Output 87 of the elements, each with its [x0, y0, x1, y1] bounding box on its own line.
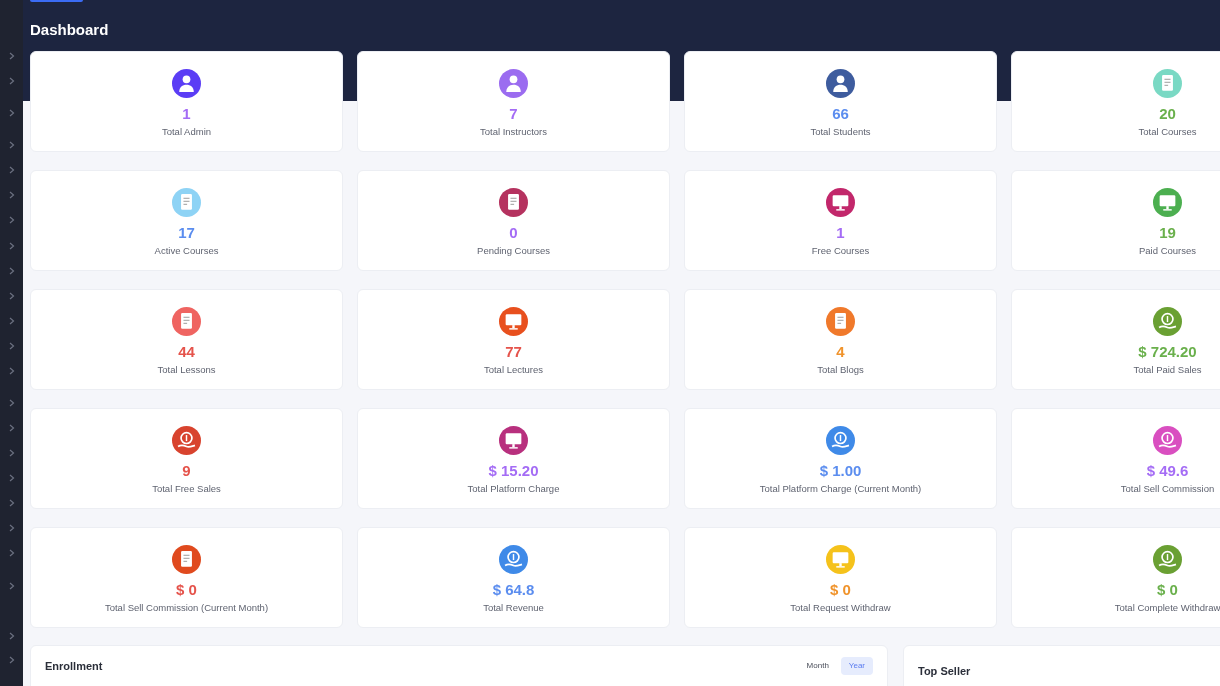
stat-label: Total Free Sales	[152, 482, 221, 496]
monitor-icon	[1153, 188, 1182, 217]
person-icon	[499, 69, 528, 98]
card-title: Enrollment	[45, 659, 103, 674]
document-icon	[172, 188, 201, 217]
stat-value: 17	[178, 224, 195, 242]
stat-label: Pending Courses	[477, 244, 550, 258]
stat-label: Total Lectures	[483, 363, 544, 377]
chevron-right-icon[interactable]	[8, 582, 15, 590]
monitor-icon	[826, 545, 855, 574]
chevron-right-icon[interactable]	[8, 524, 15, 532]
stat-value: $ 49.6	[1146, 462, 1189, 480]
coin-icon	[1153, 426, 1182, 455]
chevron-right-icon[interactable]	[8, 449, 15, 457]
chevron-right-icon[interactable]	[8, 77, 15, 85]
stat-value: $ 64.8	[492, 581, 535, 599]
coin-icon	[826, 426, 855, 455]
stat-label: Active Courses	[154, 244, 219, 258]
stat-label: Total Complete Withdraw	[1114, 601, 1220, 615]
chevron-right-icon[interactable]	[8, 474, 15, 482]
chevron-right-icon[interactable]	[8, 424, 15, 432]
stat-value: $ 0	[1157, 581, 1178, 599]
stat-value: $ 724.20	[1138, 343, 1197, 361]
stat-value: 0	[509, 224, 518, 242]
document-icon	[499, 188, 528, 217]
stat-value: 19	[1159, 224, 1176, 242]
stat-value: 1	[836, 224, 845, 242]
page-title: Dashboard	[30, 21, 109, 39]
chevron-right-icon[interactable]	[8, 367, 15, 375]
stat-value: 1	[182, 105, 191, 123]
stat-label: Total Sell Commission (Current Month)	[104, 601, 269, 615]
person-icon	[172, 69, 201, 98]
card-title: Top Seller	[918, 665, 971, 677]
chevron-right-icon[interactable]	[8, 109, 15, 117]
stat-label: Total Revenue	[483, 601, 544, 615]
stat-label: Total Instructors	[479, 125, 548, 139]
stat-label: Total Sell Commission	[1120, 482, 1215, 496]
chevron-right-icon[interactable]	[8, 166, 15, 174]
stat-label: Total Students	[810, 125, 871, 139]
stat-value: 20	[1159, 105, 1176, 123]
stat-label: Total Platform Charge	[467, 482, 560, 496]
stat-label: Free Courses	[811, 244, 870, 258]
stat-value: 44	[178, 343, 195, 361]
stat-value: $ 0	[176, 581, 197, 599]
stat-label: Total Admin	[161, 125, 212, 139]
monitor-icon	[499, 307, 528, 336]
chevron-right-icon[interactable]	[8, 656, 15, 664]
monitor-icon	[826, 188, 855, 217]
stat-value: 66	[832, 105, 849, 123]
person-icon	[826, 69, 855, 98]
stat-label: Total Paid Sales	[1133, 363, 1202, 377]
coin-icon	[172, 426, 201, 455]
stat-value: 9	[182, 462, 191, 480]
chevron-right-icon[interactable]	[8, 549, 15, 557]
stat-value: 4	[836, 343, 845, 361]
stat-label: Total Courses	[1138, 125, 1197, 139]
document-icon	[826, 307, 855, 336]
chevron-right-icon[interactable]	[8, 52, 15, 60]
document-icon	[172, 545, 201, 574]
stat-value: 7	[509, 105, 518, 123]
document-icon	[172, 307, 201, 336]
coin-icon	[1153, 545, 1182, 574]
monitor-icon	[499, 426, 528, 455]
stat-value: $ 0	[830, 581, 851, 599]
stat-value: 77	[505, 343, 522, 361]
coin-icon	[1153, 307, 1182, 336]
document-icon	[1153, 69, 1182, 98]
stat-label: Total Request Withdraw	[790, 601, 891, 615]
period-tab[interactable]: Month	[798, 657, 837, 675]
chevron-right-icon[interactable]	[8, 216, 15, 224]
stat-label: Total Lessons	[157, 363, 216, 377]
stat-label: Total Blogs	[817, 363, 864, 377]
chevron-right-icon[interactable]	[8, 317, 15, 325]
chevron-right-icon[interactable]	[8, 399, 15, 407]
chevron-right-icon[interactable]	[8, 499, 15, 507]
chevron-right-icon[interactable]	[8, 342, 15, 350]
stat-label: Paid Courses	[1139, 244, 1196, 258]
chevron-right-icon[interactable]	[8, 191, 15, 199]
stat-label: Total Platform Charge (Current Month)	[759, 482, 922, 496]
chevron-right-icon[interactable]	[8, 141, 15, 149]
stat-value: $ 15.20	[488, 462, 539, 480]
coin-icon	[499, 545, 528, 574]
chevron-right-icon[interactable]	[8, 267, 15, 275]
chevron-right-icon[interactable]	[8, 292, 15, 300]
chevron-right-icon[interactable]	[8, 242, 15, 250]
stat-value: $ 1.00	[819, 462, 862, 480]
chevron-right-icon[interactable]	[8, 632, 15, 640]
